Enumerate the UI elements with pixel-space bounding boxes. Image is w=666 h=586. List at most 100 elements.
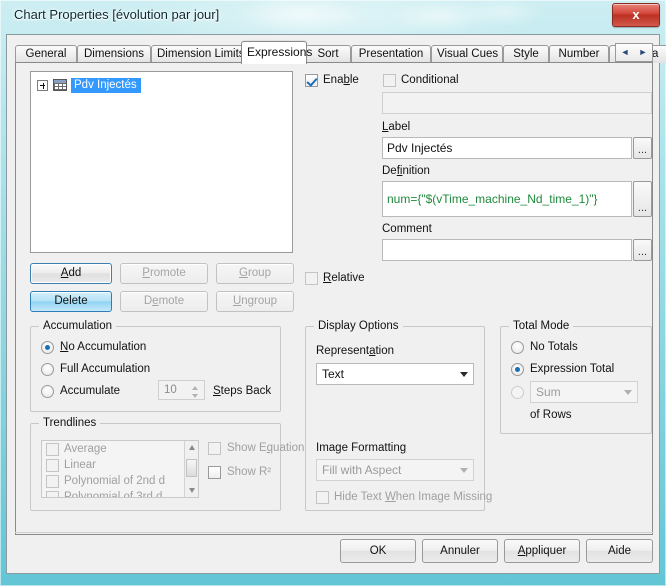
comment-caption: Comment — [382, 223, 432, 235]
apply-button-label: ppliquer — [525, 545, 567, 557]
checkbox-polynomial-3rd[interactable] — [46, 490, 59, 497]
checkbox-average[interactable] — [46, 442, 59, 456]
demote-button-label: mote — [158, 295, 185, 307]
steps-back-value: 10 — [164, 384, 177, 396]
window-title: Chart Properties [évolution par jour] — [14, 7, 220, 22]
list-item: Polynomial of 3rd d — [42, 489, 198, 498]
list-item: Average — [42, 441, 198, 457]
radio-accumulate-label[interactable]: Accumulate — [60, 385, 120, 397]
tab-visual-cues[interactable]: Visual Cues — [431, 45, 503, 63]
grid-icon — [53, 79, 67, 91]
promote-button[interactable]: Promote — [120, 263, 208, 284]
radio-full-accumulation[interactable] — [41, 363, 54, 376]
trendlines-list[interactable]: Average Linear Polynomial of 2nd d Polyn… — [41, 440, 199, 498]
label-caption: Label — [382, 121, 411, 133]
steps-back-up-arrow-icon — [188, 382, 203, 391]
of-rows-label: of Rows — [530, 409, 572, 421]
ok-button[interactable]: OK — [340, 539, 416, 563]
tab-expressions[interactable]: Expressions — [241, 41, 312, 64]
definition-browse-button[interactable]: ... — [633, 181, 652, 217]
definition-input[interactable]: num={"$(vTime_machine_Nd_time_1)"} — [382, 181, 632, 217]
tab-presentation[interactable]: Presentation — [351, 45, 431, 63]
tab-dimensions[interactable]: Dimensions — [77, 45, 151, 63]
definition-browse-ellipsis: ... — [637, 202, 648, 214]
plus-expander-icon[interactable] — [37, 79, 48, 91]
close-button[interactable]: x — [612, 3, 660, 27]
representation-caption: Representation — [316, 345, 395, 357]
radio-expression-total-label[interactable]: Expression Total — [530, 363, 614, 375]
checkbox-linear[interactable] — [46, 458, 59, 472]
promote-button-accel: P — [142, 267, 150, 279]
label-input[interactable]: Pdv Injectés — [382, 137, 632, 159]
tab-strip: General Dimensions Dimension Limits Expr… — [15, 41, 666, 64]
image-formatting-select[interactable]: Fill with Aspect — [316, 459, 474, 481]
tab-general[interactable]: General — [15, 45, 77, 63]
group-button-label: roup — [247, 267, 271, 279]
radio-no-accumulation-label[interactable]: No Accumulation — [60, 341, 146, 353]
add-button[interactable]: Add — [30, 263, 112, 284]
trendline-label-linear: Linear — [64, 459, 96, 471]
accumulation-group: Accumulation No Accumulation Full Accumu… — [30, 320, 281, 412]
scrollbar-thumb[interactable] — [186, 459, 197, 477]
tab-style[interactable]: Style — [503, 45, 549, 63]
demote-button[interactable]: Demote — [120, 291, 208, 312]
conditional-input[interactable] — [382, 92, 652, 114]
total-mode-group-title: Total Mode — [509, 320, 574, 332]
scroll-down-arrow-icon[interactable] — [185, 484, 198, 497]
expression-tree[interactable]: Pdv Injectés — [30, 71, 293, 253]
radio-no-totals[interactable] — [511, 341, 524, 354]
radio-full-accumulation-label[interactable]: Full Accumulation — [60, 363, 150, 375]
representation-select[interactable]: Text — [316, 363, 474, 385]
display-options-group-title: Display Options — [314, 320, 403, 332]
image-formatting-value: Fill with Aspect — [322, 463, 402, 477]
help-button[interactable]: Aide — [586, 539, 653, 563]
cancel-button[interactable]: Annuler — [422, 539, 498, 563]
checkbox-show-r2[interactable] — [208, 466, 221, 479]
steps-back-spin-buttons[interactable] — [188, 382, 203, 400]
scroll-up-arrow-icon[interactable] — [185, 441, 198, 454]
conditional-label: Conditional — [401, 74, 459, 86]
checkbox-conditional[interactable] — [383, 74, 396, 87]
delete-button[interactable]: Delete — [30, 291, 112, 312]
group-button[interactable]: Group — [216, 263, 294, 284]
tab-scroll-left-button[interactable]: ◄ — [616, 44, 634, 61]
display-options-group: Display Options Representation Text Imag… — [305, 320, 492, 511]
checkbox-enable[interactable] — [305, 74, 318, 87]
label-browse-button[interactable]: ... — [633, 137, 652, 159]
footer-separator — [15, 532, 653, 533]
accumulation-group-title: Accumulation — [39, 320, 117, 332]
radio-expression-total[interactable] — [511, 363, 524, 376]
trendline-label-polynomial-3rd: Polynomial of 3rd d — [64, 491, 163, 498]
checkbox-relative[interactable] — [305, 272, 318, 285]
tree-item-pdv-injectes[interactable]: Pdv Injectés — [37, 77, 141, 93]
ungroup-button-accel: U — [232, 295, 242, 307]
representation-value: Text — [322, 367, 345, 381]
radio-accumulate[interactable] — [41, 385, 54, 398]
trendline-label-polynomial-2nd: Polynomial of 2nd d — [64, 475, 166, 487]
relative-label: Relative — [323, 272, 365, 284]
checkbox-hide-text-when-image-missing[interactable] — [316, 491, 329, 504]
ungroup-button[interactable]: Ungroup — [216, 291, 294, 312]
steps-back-stepper[interactable]: 10 — [158, 380, 205, 400]
radio-no-totals-label[interactable]: No Totals — [530, 341, 578, 353]
radio-no-accumulation[interactable] — [41, 341, 54, 354]
checkbox-polynomial-2nd[interactable] — [46, 474, 59, 488]
apply-button[interactable]: Appliquer — [504, 539, 580, 563]
trendlines-group: Trendlines Average Linear Polynomial of … — [30, 417, 304, 511]
aggregation-select[interactable]: Sum — [530, 381, 638, 403]
comment-browse-button[interactable]: ... — [633, 239, 652, 261]
tab-dimension-limits[interactable]: Dimension Limits — [151, 45, 247, 63]
comment-input[interactable] — [382, 239, 632, 261]
add-button-label: dd — [68, 267, 82, 279]
title-bar[interactable]: Chart Properties [évolution par jour] x — [0, 0, 666, 34]
tab-number[interactable]: Number — [549, 45, 609, 63]
dialog-client-area: General Dimensions Dimension Limits Expr… — [6, 34, 666, 574]
checkbox-show-equation[interactable] — [208, 442, 221, 455]
trendline-label-average: Average — [64, 443, 107, 455]
image-formatting-caption: Image Formatting — [316, 442, 407, 454]
radio-aggregation[interactable] — [511, 386, 524, 399]
tree-item-label: Pdv Injectés — [71, 77, 141, 93]
group-button-accel: G — [239, 267, 248, 279]
tab-scroll-right-button[interactable]: ► — [634, 44, 652, 61]
trendlines-scrollbar[interactable] — [184, 441, 198, 497]
